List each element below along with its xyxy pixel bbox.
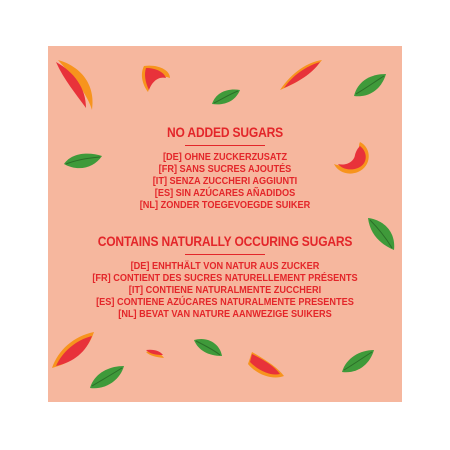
translation-line-nl: [NL] ZONDER TOEGEVOEGDE SUIKER	[139, 200, 311, 211]
fruit-slice-icon	[56, 60, 93, 110]
no-added-sugars-heading: NO ADDED SUGARS	[166, 124, 284, 140]
fruit-slice-icon	[146, 349, 164, 358]
naturally-occuring-sugars-translations: [DE] ENHTHÄLT VON NATUR AUS ZUCKER [FR] …	[66, 261, 385, 321]
no-added-sugars-translations: [DE] OHNE ZUCKERZUSATZ [FR] SANS SUCRES …	[66, 152, 385, 212]
fruit-slice-icon	[248, 352, 284, 378]
fruit-slice-icon	[141, 65, 170, 92]
translation-line-nl: [NL] BEVAT VAN NATURE AANWEZIGE SUIKERS	[118, 309, 332, 320]
translation-line-fr: [FR] CONTIENT DES SUCRES NATURELLEMENT P…	[92, 273, 358, 284]
divider	[185, 145, 265, 147]
naturally-occuring-sugars-heading: CONTAINS NATURALLY OCCURING SUGARS	[97, 233, 353, 249]
divider	[185, 254, 265, 256]
translation-line-fr: [FR] SANS SUCRES AJOUTÉS	[158, 164, 292, 175]
translation-line-es: [ES] SIN AZÚCARES AÑADIDOS	[154, 188, 296, 199]
leaf-icon	[212, 89, 240, 105]
translation-line-de: [DE] ENHTHÄLT VON NATUR AUS ZUCKER	[130, 261, 320, 272]
translation-line-es: [ES] CONTIENE AZÚCARES NATURALMENTE PRES…	[96, 297, 354, 308]
leaf-icon	[90, 366, 124, 389]
leaf-icon	[194, 338, 222, 356]
leaf-icon	[342, 350, 374, 373]
leaf-icon	[354, 74, 386, 97]
translation-line-it: [IT] SENZA ZUCCHERI AGGIUNTI	[152, 176, 298, 187]
translation-line-it: [IT] CONTIENE NATURALMENTE ZUCCHERI	[128, 285, 322, 296]
translation-line-de: [DE] OHNE ZUCKERZUSATZ	[162, 152, 288, 163]
fruit-slice-icon	[280, 60, 322, 90]
label-panel: NO ADDED SUGARS [DE] OHNE ZUCKERZUSATZ […	[48, 46, 402, 402]
